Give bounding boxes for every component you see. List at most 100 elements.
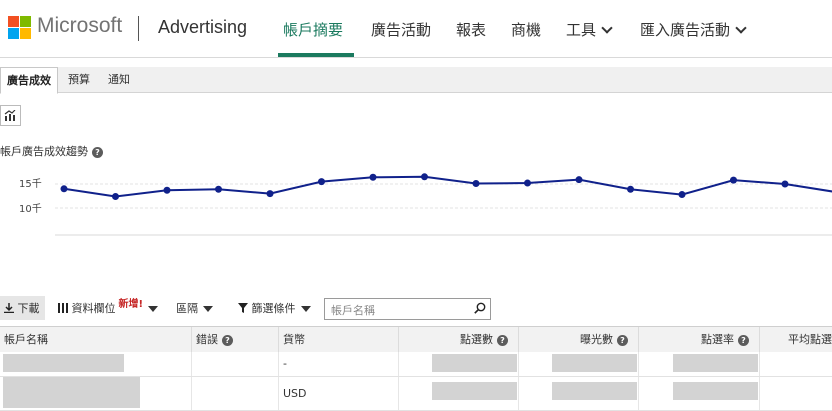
redacted-block: [552, 382, 637, 400]
account-search-input[interactable]: 帳戶名稱: [324, 298, 491, 320]
clicks-cell: [399, 377, 519, 410]
nav-tools-label: 工具: [566, 21, 597, 39]
data-point[interactable]: [472, 180, 480, 188]
help-icon[interactable]: ?: [738, 334, 749, 346]
search-icon[interactable]: [474, 302, 486, 314]
clicks-cell: [399, 352, 519, 376]
data-point[interactable]: [163, 186, 171, 194]
account-name-cell: [0, 377, 192, 410]
segment-label: 區隔: [176, 302, 198, 315]
y-tick-label: 10千: [19, 203, 42, 215]
microsoft-logo-icon[interactable]: [8, 16, 31, 39]
caret-down-icon: [148, 306, 159, 312]
errors-cell: [192, 352, 279, 376]
top-navigation: Microsoft Advertising 帳戶摘要 廣告活動 報表 商機 工具…: [0, 0, 832, 58]
column-errors-label: 錯誤: [196, 333, 218, 346]
trend-title-text: 帳戶廣告成效趨勢: [0, 145, 88, 158]
chart-icon: [4, 110, 16, 121]
segment-button[interactable]: 區隔: [176, 300, 213, 316]
help-icon[interactable]: ?: [92, 146, 103, 158]
redacted-block: [432, 382, 517, 400]
columns-label: 資料欄位: [71, 302, 116, 315]
chevron-down-icon: [735, 22, 747, 34]
filter-button[interactable]: 篩選條件: [238, 300, 311, 316]
caret-down-icon: [300, 306, 311, 312]
nav-opportunities[interactable]: 商機: [511, 19, 541, 40]
table-row[interactable]: -: [0, 352, 832, 377]
download-text: 下載: [17, 302, 40, 315]
impressions-cell: [519, 377, 639, 410]
search-placeholder: 帳戶名稱: [331, 304, 375, 317]
currency-cell: USD: [279, 377, 399, 410]
nav-campaigns[interactable]: 廣告活動: [371, 19, 431, 40]
column-currency[interactable]: 貨幣: [279, 327, 399, 352]
column-clicks[interactable]: 點選數?: [399, 327, 519, 352]
data-point[interactable]: [678, 191, 686, 199]
column-clicks-label: 點選數: [460, 333, 493, 346]
data-point[interactable]: [730, 176, 737, 184]
help-icon[interactable]: ?: [617, 334, 628, 346]
data-point[interactable]: [781, 180, 789, 188]
column-ctr-label: 點選率: [701, 333, 734, 346]
caret-down-icon: [203, 306, 213, 312]
download-button[interactable]: 下載: [0, 296, 45, 320]
series-line: [63, 175, 832, 198]
ctr-cell: [639, 377, 760, 410]
tab-ad-performance[interactable]: 廣告成效: [0, 67, 58, 94]
filter-icon: [238, 303, 248, 313]
errors-cell: [192, 377, 279, 410]
filter-label: 篩選條件: [251, 302, 296, 315]
account-name-cell: [0, 352, 192, 376]
data-point[interactable]: [215, 185, 222, 193]
tab-notifications[interactable]: 通知: [102, 67, 136, 92]
table-header: 帳戶名稱 錯誤? 貨幣 點選數? 曝光數? 點選率? 平均點選成本: [0, 326, 832, 353]
brand-divider: [138, 16, 139, 41]
currency-value: -: [283, 357, 287, 370]
redacted-block: [673, 382, 758, 400]
y-tick-label: 15千: [19, 178, 42, 190]
impressions-cell: [519, 352, 639, 376]
nav-tools[interactable]: 工具: [566, 19, 613, 40]
nav-reports[interactable]: 報表: [456, 19, 486, 40]
redacted-block: [3, 354, 124, 372]
nav-import-campaigns[interactable]: 匯入廣告活動: [640, 19, 747, 40]
data-point[interactable]: [575, 176, 583, 184]
performance-trend-chart: 15千 10千: [19, 173, 832, 236]
table-row[interactable]: USD: [0, 377, 832, 411]
columns-button[interactable]: 資料欄位 新增!: [58, 299, 159, 316]
redacted-block: [552, 354, 637, 372]
active-nav-indicator: [278, 53, 354, 57]
new-badge: 新增!: [118, 299, 144, 310]
trend-title: 帳戶廣告成效趨勢?: [0, 143, 103, 159]
column-impressions-label: 曝光數: [580, 333, 613, 346]
data-point[interactable]: [627, 185, 634, 193]
column-errors[interactable]: 錯誤?: [192, 327, 279, 352]
brand-name[interactable]: Microsoft: [37, 14, 122, 38]
column-impressions[interactable]: 曝光數?: [519, 327, 639, 352]
data-point[interactable]: [369, 173, 377, 181]
data-point[interactable]: [318, 178, 325, 186]
data-point[interactable]: [421, 173, 428, 181]
product-name[interactable]: Advertising: [158, 17, 247, 38]
redacted-block: [3, 377, 140, 408]
data-point[interactable]: [524, 179, 531, 187]
redacted-block: [432, 354, 517, 372]
tab-budget[interactable]: 預算: [62, 67, 96, 92]
columns-icon: [58, 303, 68, 313]
column-avg-cpc[interactable]: 平均點選成本: [760, 327, 832, 352]
ctr-cell: [639, 352, 760, 376]
column-ctr[interactable]: 點選率?: [639, 327, 760, 352]
column-account-name[interactable]: 帳戶名稱: [0, 327, 192, 352]
currency-value: USD: [283, 387, 307, 400]
help-icon[interactable]: ?: [497, 334, 508, 346]
chart-toggle-button[interactable]: [0, 105, 21, 126]
help-icon[interactable]: ?: [222, 334, 233, 346]
sub-tabs: 廣告成效 預算 通知: [0, 67, 832, 94]
download-label: 下載: [4, 300, 40, 316]
currency-cell: -: [279, 352, 399, 376]
nav-account-summary[interactable]: 帳戶摘要: [283, 19, 343, 40]
download-icon: [4, 303, 14, 314]
data-point[interactable]: [266, 190, 274, 198]
data-point[interactable]: [60, 185, 68, 193]
data-point[interactable]: [112, 192, 119, 200]
